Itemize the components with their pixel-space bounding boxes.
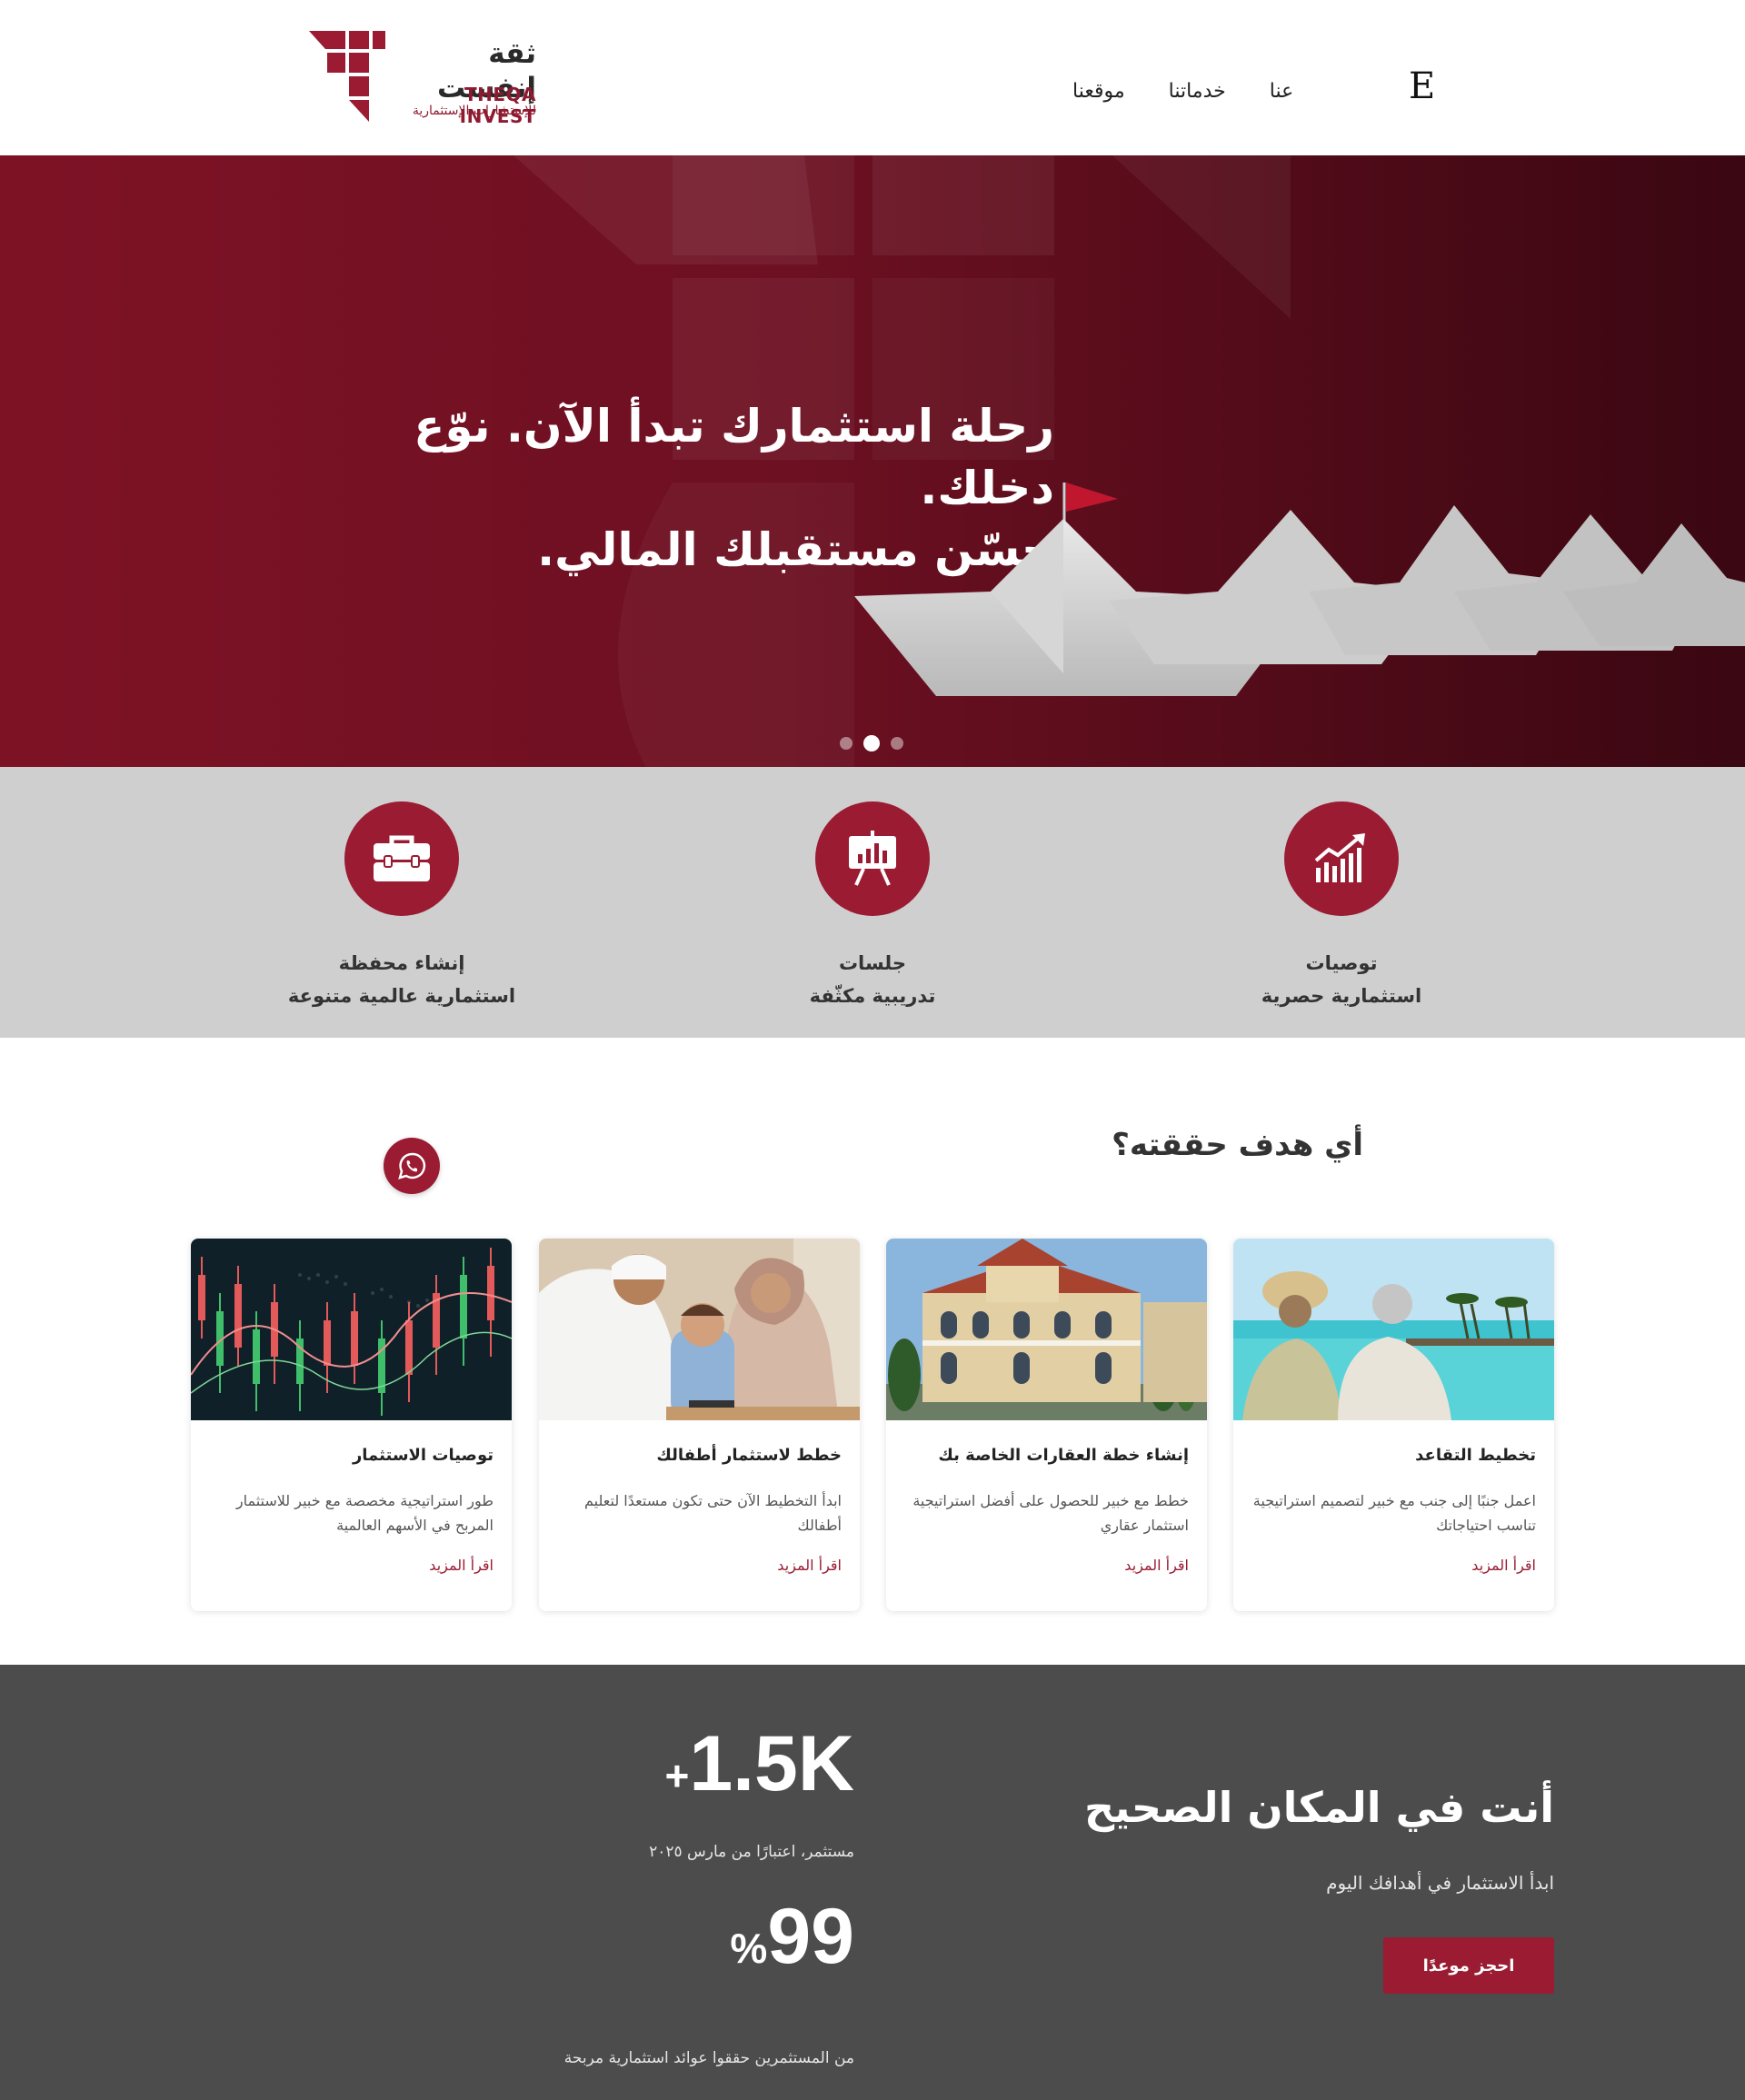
feature-recommendations-line1: توصيات: [1305, 952, 1378, 974]
paper-boats-illustration: [854, 483, 1745, 696]
slider-dot-3[interactable]: [891, 737, 903, 750]
feature-portfolio-line2: استثمارية عالمية متنوعة: [287, 985, 516, 1007]
nav-item-about[interactable]: عنا: [1270, 80, 1293, 103]
presentation-board-icon: [849, 831, 896, 886]
feature-recommendations-line2: استثمارية حصرية: [1261, 985, 1422, 1007]
goal-card-retirement[interactable]: تخطيط التقاعد اعمل جنبًا إلى جنب مع خبير…: [1233, 1239, 1554, 1611]
stats-heading: أنت في المكان الصحيح: [1083, 1783, 1554, 1832]
goal-card-real-estate[interactable]: إنشاء خطة العقارات الخاصة بك خطط مع خبير…: [886, 1239, 1207, 1611]
briefcase-icon: [374, 835, 430, 881]
stat-investors-number: 1.5K: [689, 1720, 854, 1807]
stat-returns-label: من المستثمرين حققوا عوائد استثمارية مربح…: [563, 2049, 854, 2067]
feature-recommendations: توصيات استثمارية حصرية: [1205, 801, 1478, 1012]
stat-returns-suffix: %: [730, 1925, 768, 1972]
goal-card-description: خطط مع خبير للحصول على أفضل استراتيجية ا…: [912, 1492, 1189, 1534]
feature-icon-circle: [1284, 801, 1399, 916]
features-strip: توصيات استثمارية حصرية جلسات تدريبية مكث…: [0, 767, 1745, 1038]
villa-building-image: [886, 1239, 1207, 1420]
stat-returns-number: 99: [767, 1893, 854, 1980]
feature-portfolio-line1: إنشاء محفظة: [338, 952, 465, 974]
read-more-link[interactable]: اقرأ المزيد: [429, 1557, 494, 1574]
goal-card-description: ابدأ التخطيط الآن حتى تكون مستعدًا لتعلي…: [584, 1492, 842, 1534]
goals-heading: أي هدف حققته؟: [1112, 1127, 1363, 1163]
feature-training: جلسات تدريبية مكثّفة: [736, 801, 1009, 1012]
site-header: ثقة إنفست THEQA INVEST للإستشارات الإستث…: [0, 0, 1745, 155]
goal-card-children[interactable]: خطط لاستثمار أطفالك ابدأ التخطيط الآن حت…: [539, 1239, 860, 1611]
whatsapp-button[interactable]: [384, 1138, 440, 1194]
stat-returns-value: %99: [545, 1892, 854, 1982]
goals-cards: تخطيط التقاعد اعمل جنبًا إلى جنب مع خبير…: [191, 1239, 1554, 1611]
feature-portfolio: إنشاء محفظة استثمارية عالمية متنوعة: [265, 801, 538, 1012]
goal-card-description: طور استراتيجية مخصصة مع خبير للاستثمار ا…: [235, 1492, 494, 1534]
whatsapp-icon: [398, 1152, 426, 1179]
feature-training-line2: تدريبية مكثّفة: [809, 985, 936, 1007]
language-switch[interactable]: E: [1409, 65, 1435, 107]
hero-slider: رحلة استثمارك تبدأ الآن. نوّع دخلك. حسّن…: [0, 155, 1745, 767]
read-more-link[interactable]: اقرأ المزيد: [1124, 1557, 1189, 1574]
stats-subtitle: ابدأ الاستثمار في أهدافك اليوم: [1326, 1872, 1554, 1894]
feature-icon-circle: [344, 801, 459, 916]
stock-candlestick-chart-image: [191, 1239, 512, 1420]
read-more-link[interactable]: اقرأ المزيد: [777, 1557, 842, 1574]
retired-couple-beach-image: [1233, 1239, 1554, 1420]
feature-training-line1: جلسات: [838, 952, 907, 974]
goal-card-title: خطط لاستثمار أطفالك: [656, 1446, 842, 1465]
goal-card-description: اعمل جنبًا إلى جنب مع خبير لتصميم استرات…: [1252, 1492, 1536, 1534]
slider-dot-2[interactable]: [863, 735, 880, 751]
goal-card-stock-recommendations[interactable]: توصيات الاستثمار طور استراتيجية مخصصة مع…: [191, 1239, 512, 1611]
read-more-link[interactable]: اقرأ المزيد: [1471, 1557, 1536, 1574]
nav-item-location[interactable]: موقعنا: [1072, 80, 1125, 103]
slider-dot-1[interactable]: [840, 737, 853, 750]
goal-card-title: إنشاء خطة العقارات الخاصة بك: [938, 1446, 1189, 1465]
nav-item-services[interactable]: خدماتنا: [1169, 80, 1226, 103]
logo-mark-icon: [309, 31, 385, 122]
stat-investors-label: مستثمر، اعتبارًا من مارس ٢٠٢٥: [649, 1843, 854, 1861]
stat-investors-suffix: +: [664, 1752, 690, 1799]
stat-investors-value: +1.5K: [545, 1719, 854, 1809]
goal-card-title: تخطيط التقاعد: [1415, 1446, 1536, 1465]
stats-section: أنت في المكان الصحيح ابدأ الاستثمار في أ…: [0, 1665, 1745, 2100]
slider-dots: [840, 735, 903, 751]
main-nav: موقعنا خدماتنا عنا: [1072, 73, 1293, 109]
feature-icon-circle: [815, 801, 930, 916]
goal-card-title: توصيات الاستثمار: [352, 1446, 494, 1465]
chart-growth-icon: [1314, 833, 1365, 882]
theqa-invest-logo[interactable]: ثقة إنفست THEQA INVEST للإستشارات الإستث…: [309, 31, 536, 127]
family-with-child-image: [539, 1239, 860, 1420]
logo-subtitle: للإستشارات الإستثمارية: [412, 104, 536, 118]
book-appointment-button[interactable]: احجز موعدًا: [1383, 1937, 1554, 1994]
